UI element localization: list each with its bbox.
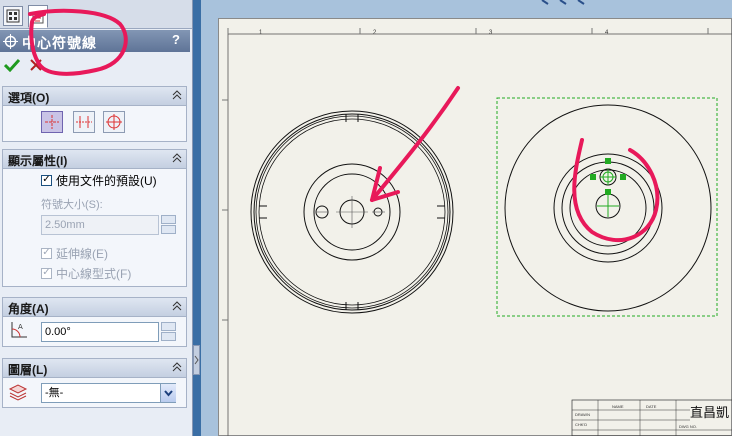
collapse-chevron-icon[interactable]	[172, 90, 182, 100]
use-doc-defaults-checkbox[interactable]: ✓	[41, 174, 52, 186]
view-toolbar-fragment	[541, 0, 585, 5]
extended-lines-checkbox[interactable]: ✓	[41, 247, 52, 259]
title-block-label: DWG NO.	[679, 424, 697, 429]
circular-center-mark-button[interactable]	[103, 111, 125, 133]
centerline-font-checkbox[interactable]: ✓	[41, 267, 52, 279]
angle-spinner[interactable]	[161, 322, 176, 342]
collapse-chevron-icon[interactable]	[172, 153, 182, 163]
splitter-grip-icon	[194, 355, 199, 365]
layer-select[interactable]: -無-	[41, 383, 176, 403]
use-doc-defaults-label: 使用文件的預設(U)	[56, 173, 157, 188]
layer-dropdown-button[interactable]	[160, 384, 176, 402]
angle-icon: A	[11, 322, 27, 338]
single-center-mark-icon	[45, 115, 59, 129]
layer-label: 圖層(L)	[8, 363, 48, 377]
title-block-label: DRAWN	[575, 412, 590, 417]
title-block-label: CHK'D	[575, 422, 588, 427]
display-attributes-header[interactable]: 顯示屬性(I)	[3, 150, 186, 169]
title-block-company: 直昌凱	[690, 405, 730, 420]
angle-label: 角度(A)	[8, 302, 49, 316]
display-attributes-group: 顯示屬性(I) ✓ 使用文件的預設(U) 符號大小(S): 2.50mm ✓ 延…	[2, 149, 187, 287]
options-label: 選項(O)	[8, 91, 50, 105]
layer-group: 圖層(L) -無-	[2, 358, 187, 408]
chevron-down-icon	[164, 390, 173, 397]
ruler-number: 2	[373, 30, 377, 36]
extended-lines-row[interactable]: ✓ 延伸線(E)	[41, 245, 108, 261]
angle-group: 角度(A) A 0.00°	[2, 297, 187, 347]
use-doc-defaults-row[interactable]: ✓ 使用文件的預設(U)	[41, 172, 157, 188]
display-attributes-label: 顯示屬性(I)	[8, 154, 68, 168]
single-center-mark-button[interactable]	[41, 111, 63, 133]
extended-lines-label: 延伸線(E)	[56, 246, 108, 261]
collapse-chevron-icon[interactable]	[172, 362, 182, 372]
linear-center-mark-button[interactable]	[73, 111, 95, 133]
svg-text:A: A	[18, 323, 23, 331]
ruler-number: 1	[259, 30, 263, 36]
layer-select-value: -無-	[45, 387, 64, 399]
title-block-label: NAME	[612, 404, 624, 409]
centerline-font-row[interactable]: ✓ 中心線型式(F)	[41, 265, 131, 281]
drawing-sheet[interactable]: 1 2 3 4	[218, 18, 732, 436]
symbol-size-field[interactable]: 2.50mm	[41, 215, 159, 235]
ruler-number: 3	[489, 30, 493, 36]
title-block-label: DATE	[646, 404, 657, 409]
layers-icon	[8, 384, 28, 401]
centerline-font-label: 中心線型式(F)	[56, 266, 132, 281]
panel-splitter[interactable]	[193, 345, 200, 375]
angle-header[interactable]: 角度(A)	[3, 298, 186, 317]
layer-header[interactable]: 圖層(L)	[3, 359, 186, 378]
symbol-size-label: 符號大小(S):	[41, 199, 103, 211]
angle-input[interactable]: 0.00°	[41, 322, 159, 342]
circular-center-mark-icon	[106, 114, 122, 130]
title-highlight-annotation	[28, 8, 128, 76]
collapse-chevron-icon[interactable]	[172, 301, 182, 311]
symbol-size-spinner[interactable]	[161, 215, 176, 235]
linear-center-mark-icon	[76, 116, 92, 128]
options-group: 選項(O)	[2, 86, 187, 142]
ruler-number: 4	[605, 30, 609, 36]
property-manager-panel: 中心符號線 ? 選項(O) 顯示屬性(I) ✓ 使用文件的預設(U) 符號大小(…	[0, 0, 193, 436]
